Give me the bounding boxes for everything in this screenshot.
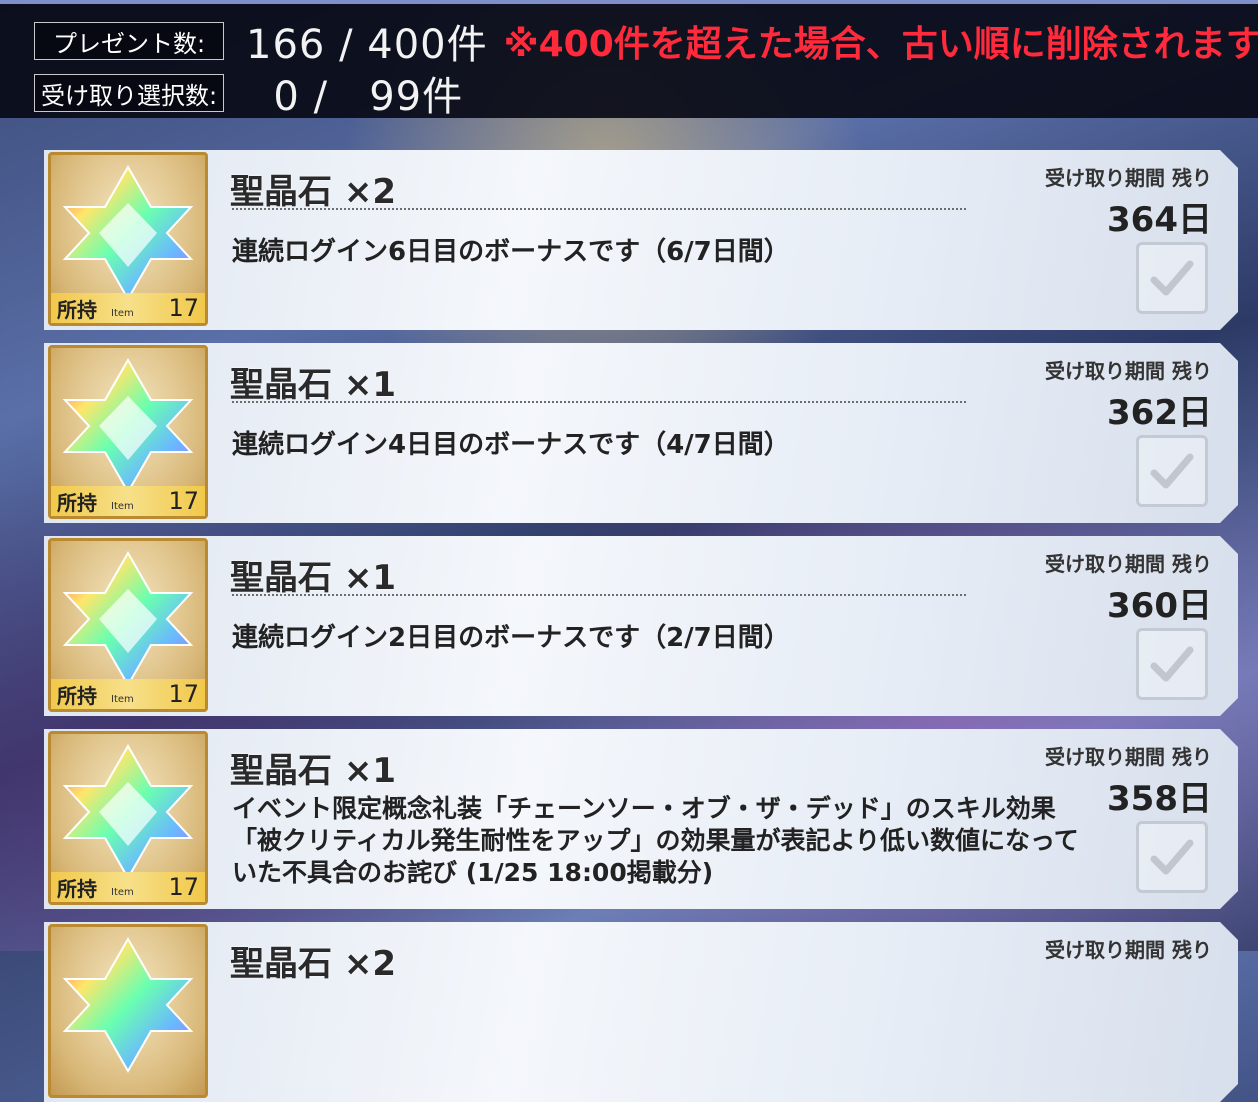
item-tag: Item	[111, 693, 134, 705]
saint-quartz-icon	[62, 550, 194, 687]
item-thumbnail: 所持 Item 17	[48, 152, 208, 326]
present-count-row: プレゼント数: 166 / 400件 ※400件を超えた場合、古い順に削除されま…	[34, 20, 1258, 68]
present-description: 連続ログイン4日目のボーナスです（4/7日間）	[232, 430, 790, 460]
period-label: 受け取り期間 残り	[1045, 552, 1212, 576]
saint-quartz-icon	[62, 357, 194, 494]
item-tag: Item	[111, 886, 134, 898]
title-divider	[232, 208, 966, 210]
saint-quartz-icon	[62, 743, 194, 880]
select-checkbox[interactable]	[1136, 821, 1208, 893]
selected-count-label: 受け取り選択数:	[34, 74, 224, 112]
select-checkbox[interactable]	[1136, 435, 1208, 507]
owned-count-bar: 所持 Item 17	[51, 293, 205, 323]
present-card[interactable]: 所持 Item 17 聖晶石 ×1 連続ログイン4日目のボーナスです（4/7日間…	[44, 343, 1238, 523]
present-title: 聖晶石 ×2	[230, 944, 396, 984]
owned-count-bar: 所持 Item 17	[51, 872, 205, 902]
present-description: イベント限定概念礼装「チェーンソー・オブ・ザ・デッド」のスキル効果「被クリティカ…	[232, 794, 1079, 887]
present-description: 連続ログイン2日目のボーナスです（2/7日間）	[232, 623, 790, 653]
owned-label: 所持	[57, 683, 97, 708]
period-label: 受け取り期間 残り	[1045, 166, 1212, 190]
item-thumbnail: 所持 Item 17	[48, 731, 208, 905]
remaining-days: 364日	[1107, 200, 1212, 240]
deletion-warning: ※400件を超えた場合、古い順に削除されます	[503, 24, 1258, 65]
title-divider	[232, 401, 966, 403]
owned-label: 所持	[57, 490, 97, 515]
remaining-days: 362日	[1107, 393, 1212, 433]
check-icon	[1150, 453, 1194, 489]
present-card[interactable]: 所持 Item 17 聖晶石 ×1 連続ログイン2日目のボーナスです（2/7日間…	[44, 536, 1238, 716]
item-tag: Item	[111, 307, 134, 319]
period-label: 受け取り期間 残り	[1045, 745, 1212, 769]
present-description: 連続ログイン6日目のボーナスです（6/7日間）	[232, 237, 790, 267]
selected-count-value: 0 / 99件	[246, 74, 464, 120]
owned-count: 17	[168, 294, 199, 322]
item-tag: Item	[111, 500, 134, 512]
present-title: 聖晶石 ×2	[230, 172, 396, 212]
present-card[interactable]: 聖晶石 ×2 受け取り期間 残り	[44, 922, 1238, 1102]
owned-count-bar: 所持 Item 17	[51, 486, 205, 516]
owned-count: 17	[168, 680, 199, 708]
present-title: 聖晶石 ×1	[230, 751, 396, 791]
owned-label: 所持	[57, 876, 97, 901]
select-checkbox[interactable]	[1136, 628, 1208, 700]
item-thumbnail	[48, 924, 208, 1098]
present-card[interactable]: 所持 Item 17 聖晶石 ×2 連続ログイン6日目のボーナスです（6/7日間…	[44, 150, 1238, 330]
owned-label: 所持	[57, 297, 97, 322]
check-icon	[1150, 260, 1194, 296]
item-thumbnail: 所持 Item 17	[48, 345, 208, 519]
present-count-label: プレゼント数:	[34, 22, 224, 60]
present-count-value: 166 / 400件	[246, 22, 488, 68]
selected-count-row: 受け取り選択数: 0 / 99件	[34, 72, 463, 120]
remaining-days: 358日	[1107, 779, 1212, 819]
period-label: 受け取り期間 残り	[1045, 938, 1212, 962]
owned-count: 17	[168, 487, 199, 515]
owned-count-bar: 所持 Item 17	[51, 679, 205, 709]
present-title: 聖晶石 ×1	[230, 365, 396, 405]
check-icon	[1150, 839, 1194, 875]
select-checkbox[interactable]	[1136, 242, 1208, 314]
item-thumbnail: 所持 Item 17	[48, 538, 208, 712]
present-card[interactable]: 所持 Item 17 聖晶石 ×1 イベント限定概念礼装「チェーンソー・オブ・ザ…	[44, 729, 1238, 909]
saint-quartz-icon	[62, 164, 194, 301]
owned-count: 17	[168, 873, 199, 901]
period-label: 受け取り期間 残り	[1045, 359, 1212, 383]
remaining-days: 360日	[1107, 586, 1212, 626]
present-box-header: プレゼント数: 166 / 400件 ※400件を超えた場合、古い順に削除されま…	[0, 0, 1258, 120]
title-divider	[232, 594, 966, 596]
check-icon	[1150, 646, 1194, 682]
present-title: 聖晶石 ×1	[230, 558, 396, 598]
saint-quartz-icon	[62, 936, 194, 1073]
